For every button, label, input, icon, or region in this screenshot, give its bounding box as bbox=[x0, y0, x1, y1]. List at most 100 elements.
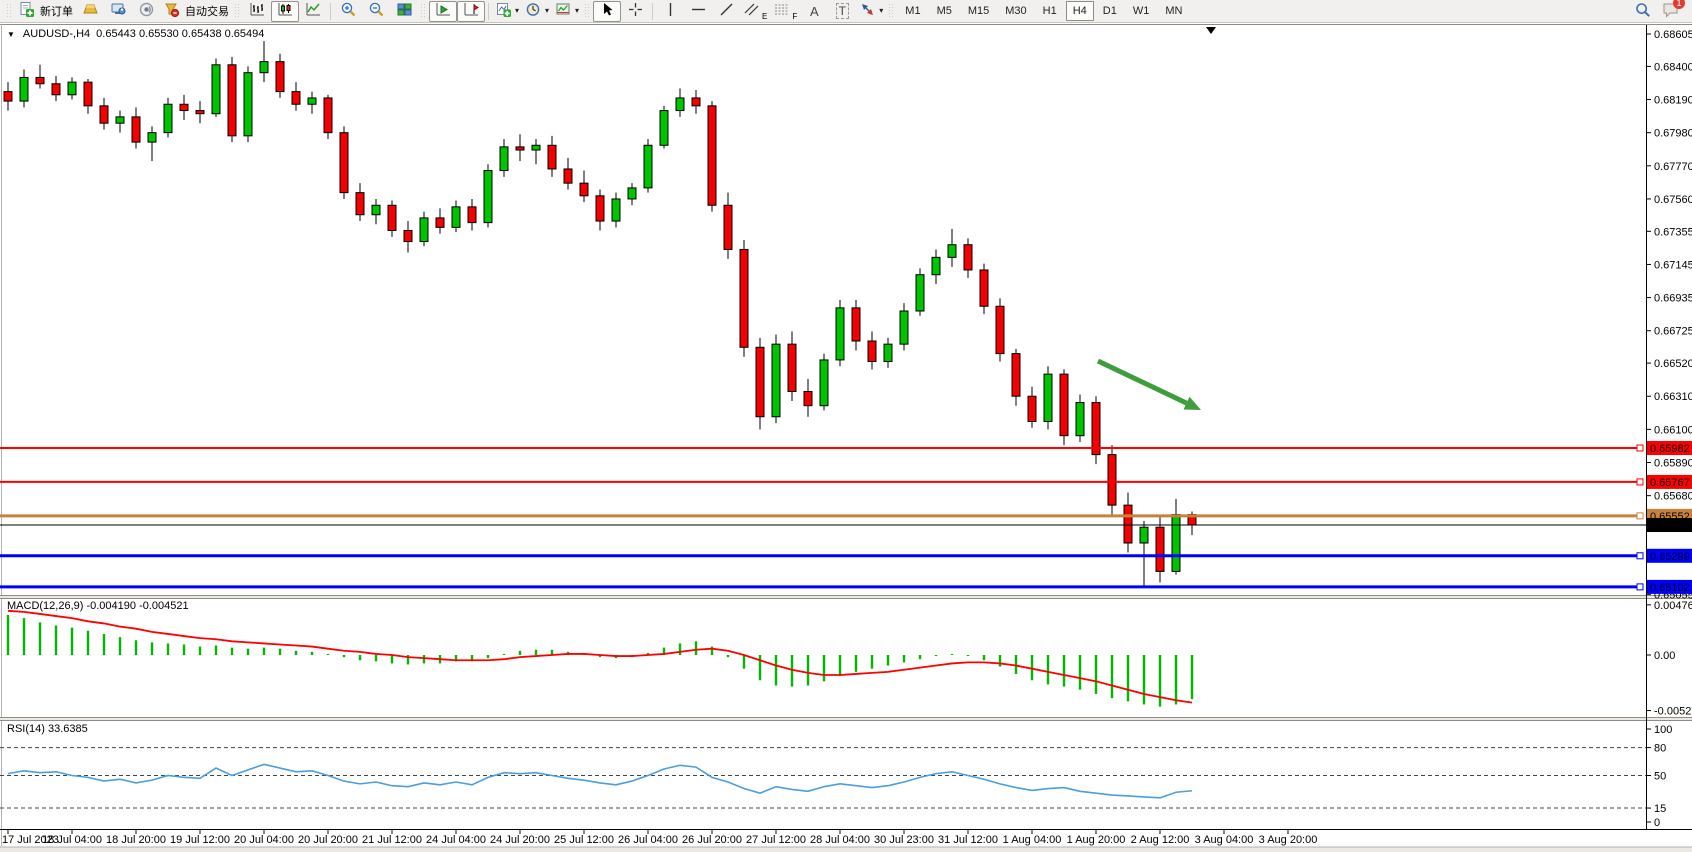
timeframe-button-mn[interactable]: MN bbox=[1158, 1, 1189, 21]
line-chart-button[interactable] bbox=[299, 1, 327, 22]
svg-text:0.65102: 0.65102 bbox=[1650, 582, 1690, 594]
news-button[interactable] bbox=[132, 1, 160, 22]
chevron-down-icon: ▾ bbox=[515, 7, 519, 15]
channel-button[interactable]: E bbox=[740, 1, 770, 22]
zoom-out-button[interactable] bbox=[362, 1, 390, 22]
line-handle bbox=[1637, 513, 1643, 519]
collapse-triangle-icon[interactable]: ▼ bbox=[7, 30, 15, 39]
monitor-user-icon bbox=[110, 1, 127, 21]
cursor-button[interactable] bbox=[593, 1, 621, 22]
crosshair-button[interactable] bbox=[621, 1, 649, 22]
svg-text:0.65680: 0.65680 bbox=[1654, 491, 1692, 503]
svg-text:1 Aug 04:00: 1 Aug 04:00 bbox=[1003, 834, 1062, 846]
tile-windows-button[interactable] bbox=[390, 1, 418, 22]
label-tool-label: T bbox=[836, 3, 849, 19]
search-button[interactable] bbox=[1629, 1, 1657, 22]
chart-canvas[interactable]: 0.686050.684000.681900.679800.677700.675… bbox=[0, 23, 1692, 852]
timeframe-button-w1[interactable]: W1 bbox=[1126, 1, 1157, 21]
svg-text:27 Jul 12:00: 27 Jul 12:00 bbox=[746, 834, 806, 846]
cursor-arrow-icon bbox=[599, 1, 616, 21]
auto-trading-button[interactable]: 自动交易 bbox=[160, 1, 232, 22]
svg-text:18 Jul 20:00: 18 Jul 20:00 bbox=[106, 834, 166, 846]
bar-chart-button[interactable] bbox=[243, 1, 271, 22]
svg-text:0.66725: 0.66725 bbox=[1654, 326, 1692, 338]
line-chart-icon bbox=[305, 1, 322, 21]
new-order-button[interactable]: 新订单 bbox=[15, 1, 76, 22]
zoom-in-button[interactable] bbox=[334, 1, 362, 22]
candlestick-icon bbox=[277, 1, 294, 21]
chart-shift-button[interactable] bbox=[457, 1, 485, 22]
chart-title: ▼ AUDUSD-,H4 0.65443 0.65530 0.65438 0.6… bbox=[7, 28, 264, 40]
chart-shift-icon bbox=[463, 1, 480, 21]
svg-text:24 Jul 20:00: 24 Jul 20:00 bbox=[490, 834, 550, 846]
svg-text:28 Jul 04:00: 28 Jul 04:00 bbox=[810, 834, 870, 846]
toolbar-separator bbox=[652, 3, 653, 20]
svg-text:0.66520: 0.66520 bbox=[1654, 358, 1692, 370]
svg-text:15: 15 bbox=[1654, 803, 1666, 815]
main-macd-separator bbox=[0, 595, 1692, 599]
text-tool-label: A bbox=[810, 4, 819, 19]
vertical-line-icon bbox=[662, 1, 679, 21]
line-handle bbox=[1637, 479, 1643, 485]
svg-text:0.67980: 0.67980 bbox=[1654, 128, 1692, 140]
horizontal-line-button[interactable] bbox=[684, 1, 712, 22]
svg-text:0.68400: 0.68400 bbox=[1654, 61, 1692, 73]
text-label-button[interactable]: T bbox=[828, 1, 856, 22]
template-icon bbox=[555, 1, 572, 21]
toolbar-grip[interactable] bbox=[235, 4, 240, 19]
toolbar-grip[interactable] bbox=[421, 4, 426, 19]
timeframe-button-m30[interactable]: M30 bbox=[998, 1, 1033, 21]
indicators-button[interactable]: ▾ bbox=[492, 1, 522, 22]
svg-text:21 Jul 12:00: 21 Jul 12:00 bbox=[362, 834, 422, 846]
notifications-button[interactable]: 1 bbox=[1661, 1, 1680, 22]
channel-icon bbox=[743, 1, 760, 21]
trendline-button[interactable] bbox=[712, 1, 740, 22]
chat-balloon-icon bbox=[1661, 10, 1680, 22]
svg-text:2 Aug 12:00: 2 Aug 12:00 bbox=[1131, 834, 1190, 846]
zoom-in-icon bbox=[340, 1, 357, 21]
rsi-indicator-label: RSI(14) 33.6385 bbox=[7, 723, 88, 735]
timeframe-button-h1[interactable]: H1 bbox=[1036, 1, 1064, 21]
svg-text:-0.005276: -0.005276 bbox=[1654, 706, 1692, 718]
text-button[interactable]: A bbox=[800, 1, 828, 22]
auto-scroll-button[interactable] bbox=[429, 1, 457, 22]
line-handle bbox=[1637, 553, 1643, 559]
bar-chart-icon bbox=[249, 1, 266, 21]
arrows-tool-button[interactable]: ▾ bbox=[856, 1, 886, 22]
toolbar-separator bbox=[488, 3, 489, 20]
search-icon bbox=[1634, 1, 1652, 22]
notification-badge: 1 bbox=[1673, 0, 1685, 9]
candlestick-chart-button[interactable] bbox=[271, 1, 299, 22]
toolbar-grip[interactable] bbox=[889, 4, 894, 19]
market-watch-button[interactable] bbox=[76, 1, 104, 22]
chart-ohlc-values: 0.65443 0.65530 0.65438 0.65494 bbox=[96, 28, 264, 40]
arrows-icon bbox=[859, 1, 876, 21]
timeframe-button-h4[interactable]: H4 bbox=[1066, 1, 1094, 21]
svg-text:0.66310: 0.66310 bbox=[1654, 391, 1692, 403]
terminal-button[interactable] bbox=[104, 1, 132, 22]
timeframe-button-m15[interactable]: M15 bbox=[961, 1, 996, 21]
vertical-line-button[interactable] bbox=[656, 1, 684, 22]
svg-text:0.65982: 0.65982 bbox=[1650, 443, 1690, 455]
svg-text:3 Aug 04:00: 3 Aug 04:00 bbox=[1195, 834, 1254, 846]
periods-button[interactable]: ▾ bbox=[522, 1, 552, 22]
fibonacci-button[interactable]: F bbox=[770, 1, 800, 22]
window-bottom-strip bbox=[0, 847, 1692, 852]
macd-indicator-label: MACD(12,26,9) -0.004190 -0.004521 bbox=[7, 600, 189, 612]
svg-text:26 Jul 20:00: 26 Jul 20:00 bbox=[682, 834, 742, 846]
clock-icon bbox=[525, 1, 542, 21]
timeframe-button-d1[interactable]: D1 bbox=[1096, 1, 1124, 21]
svg-text:3 Aug 20:00: 3 Aug 20:00 bbox=[1259, 834, 1318, 846]
toolbar-grip[interactable] bbox=[585, 4, 590, 19]
timeframe-button-m1[interactable]: M1 bbox=[898, 1, 927, 21]
svg-text:50: 50 bbox=[1654, 771, 1666, 783]
fibonacci-icon bbox=[773, 1, 790, 21]
svg-text:19 Jul 12:00: 19 Jul 12:00 bbox=[170, 834, 230, 846]
timeframe-button-m5[interactable]: M5 bbox=[930, 1, 959, 21]
svg-text:0.66935: 0.66935 bbox=[1654, 293, 1692, 305]
svg-text:0.67560: 0.67560 bbox=[1654, 194, 1692, 206]
templates-button[interactable]: ▾ bbox=[552, 1, 582, 22]
toolbar-separator bbox=[330, 3, 331, 20]
current-price-text: 0.65494 bbox=[1650, 520, 1690, 532]
toolbar-grip[interactable] bbox=[7, 4, 12, 19]
